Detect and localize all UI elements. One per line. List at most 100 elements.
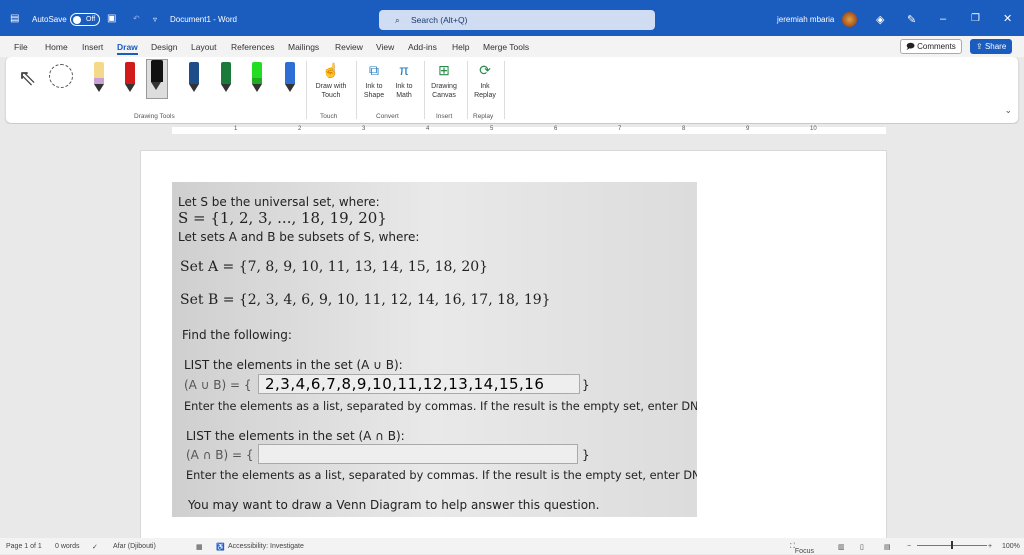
union-prefix: (A ∪ B) = {: [184, 378, 252, 392]
zoom-slider-thumb[interactable]: [951, 541, 953, 549]
union-close: }: [582, 378, 590, 392]
union-handwritten-answer: 2,3,4,6,7,8,9,10,11,12,13,14,15,16: [265, 375, 545, 393]
ink-replay-button[interactable]: ⟳ Ink Replay: [470, 61, 500, 100]
pen-4[interactable]: [189, 62, 199, 92]
tab-view[interactable]: View: [376, 42, 394, 52]
tab-home[interactable]: Home: [45, 42, 68, 52]
tab-review[interactable]: Review: [335, 42, 363, 52]
language[interactable]: Afar (Djibouti): [113, 543, 156, 550]
label: Draw with: [315, 83, 347, 90]
tab-insert[interactable]: Insert: [82, 42, 103, 52]
tab-design[interactable]: Design: [151, 42, 177, 52]
ruler-tick: 2: [298, 126, 302, 132]
problem-line: Find the following:: [182, 328, 292, 342]
share-button[interactable]: ⇪ Share: [970, 39, 1013, 54]
set-b: Set B = {2, 3, 4, 6, 9, 10, 11, 12, 14, …: [180, 292, 551, 308]
ruler-tick: 1: [234, 126, 238, 132]
tab-layout[interactable]: Layout: [191, 42, 217, 52]
word-icon: ▤: [10, 13, 20, 24]
hint-text: Enter the elements as a list, separated …: [186, 469, 697, 482]
tab-draw[interactable]: Draw: [117, 42, 138, 55]
drawing-canvas-button[interactable]: ⊞ Drawing Canvas: [426, 61, 462, 100]
zoom-in-button[interactable]: +: [988, 543, 992, 550]
label: Drawing: [431, 83, 457, 90]
autosave-label: AutoSave: [32, 15, 67, 24]
pen-7[interactable]: [285, 62, 295, 92]
label: Touch: [321, 92, 341, 99]
label: Shape: [363, 92, 385, 99]
status-bar: Page 1 of 1 0 words ✓ Afar (Djibouti) ▦ …: [0, 538, 1024, 555]
ruler-tick: 7: [618, 126, 622, 132]
ruler-tick: 3: [362, 126, 366, 132]
canvas-icon: ⊞: [438, 62, 450, 78]
tab-file[interactable]: File: [14, 42, 28, 52]
accessibility-icon: ♿: [216, 544, 225, 551]
pen-6[interactable]: [252, 62, 262, 92]
vertical-ruler: [0, 137, 14, 537]
word-count[interactable]: 0 words: [55, 543, 80, 550]
label: Canvas: [432, 92, 456, 99]
tab-add-ins[interactable]: Add-ins: [408, 42, 437, 52]
proofing-icon[interactable]: ✓: [92, 543, 98, 551]
intersection-prefix: (A ∩ B) = {: [186, 448, 254, 462]
tab-merge-tools[interactable]: Merge Tools: [483, 42, 529, 52]
save-icon[interactable]: ▣: [107, 13, 116, 24]
autosave-toggle[interactable]: Off: [70, 13, 100, 26]
label: Ink to: [365, 83, 383, 90]
hint-text: Enter the elements as a list, separated …: [184, 400, 697, 413]
diamond-icon[interactable]: ◈: [876, 13, 884, 26]
web-layout-icon[interactable]: ▤: [884, 543, 891, 551]
pen-2[interactable]: [125, 62, 135, 92]
intersection-close: }: [582, 448, 590, 462]
tab-mailings[interactable]: Mailings: [288, 42, 319, 52]
union-answer-field[interactable]: 2,3,4,6,7,8,9,10,11,12,13,14,15,16: [258, 374, 580, 394]
user-name[interactable]: jeremiah mbaria: [777, 15, 834, 24]
restore-icon[interactable]: ❐: [971, 13, 980, 24]
search-input[interactable]: ⌕ Search (Alt+Q): [379, 10, 655, 30]
ruler-tick: 5: [490, 126, 494, 132]
customize-icon[interactable]: ▿: [153, 15, 157, 24]
pen-3[interactable]: [146, 59, 168, 99]
problem-image[interactable]: Let S be the universal set, where: S = {…: [172, 182, 697, 517]
pen-5[interactable]: [221, 62, 231, 92]
document-title: Document1 - Word: [170, 15, 237, 24]
ruler-tick: 4: [426, 126, 430, 132]
question-union: LIST the elements in the set (A ∪ B):: [184, 358, 403, 372]
close-icon[interactable]: ✕: [1003, 12, 1012, 25]
group-drawing-tools: Drawing Tools: [134, 113, 175, 120]
pen-icon[interactable]: ✎: [907, 13, 916, 26]
group-insert: Insert: [436, 113, 453, 120]
venn-hint: You may want to draw a Venn Diagram to h…: [188, 498, 600, 512]
set-a: Set A = {7, 8, 9, 10, 11, 13, 14, 15, 18…: [180, 259, 489, 275]
accessibility-status[interactable]: Accessibility: Investigate: [228, 543, 304, 550]
draw-with-touch-button[interactable]: ☝ Draw with Touch: [312, 61, 350, 100]
zoom-level[interactable]: 100%: [1002, 543, 1020, 550]
ink-to-math-button[interactable]: π Ink to Math: [390, 61, 418, 100]
ruler-tick: 6: [554, 126, 558, 132]
ruler-tick: 10: [810, 126, 817, 132]
comments-button[interactable]: 🗩 Comments: [900, 39, 962, 54]
problem-line: Let S be the universal set, where:: [178, 195, 380, 209]
select-arrow-icon[interactable]: ⇖: [18, 65, 36, 91]
lasso-icon[interactable]: [49, 64, 73, 88]
read-mode-icon[interactable]: ▥: [838, 543, 845, 551]
search-icon: ⌕: [395, 15, 400, 25]
page-count[interactable]: Page 1 of 1: [6, 543, 42, 550]
tab-references[interactable]: References: [231, 42, 274, 52]
avatar[interactable]: [842, 12, 857, 27]
tab-help[interactable]: Help: [452, 42, 469, 52]
undo-icon[interactable]: ↶: [133, 14, 140, 23]
ink-to-shape-button[interactable]: ⧉ Ink to Shape: [360, 61, 388, 100]
replay-icon: ⟳: [479, 62, 491, 78]
zoom-out-button[interactable]: −: [907, 543, 911, 550]
print-layout-icon[interactable]: ▯: [860, 543, 864, 551]
focus-button[interactable]: ⛶ Focus: [790, 543, 814, 555]
pen-1[interactable]: [94, 62, 104, 92]
intersection-answer-field[interactable]: [258, 444, 578, 464]
label: Ink to: [395, 83, 413, 90]
label: Replay: [474, 92, 496, 99]
macro-icon[interactable]: ▦: [196, 543, 203, 551]
collapse-ribbon-icon[interactable]: ⌄: [1004, 105, 1012, 116]
title-bar: ▤ AutoSave Off ▣ ↶ ▿ Document1 - Word ⌕ S…: [0, 0, 1024, 36]
minimize-icon[interactable]: –: [940, 13, 946, 25]
